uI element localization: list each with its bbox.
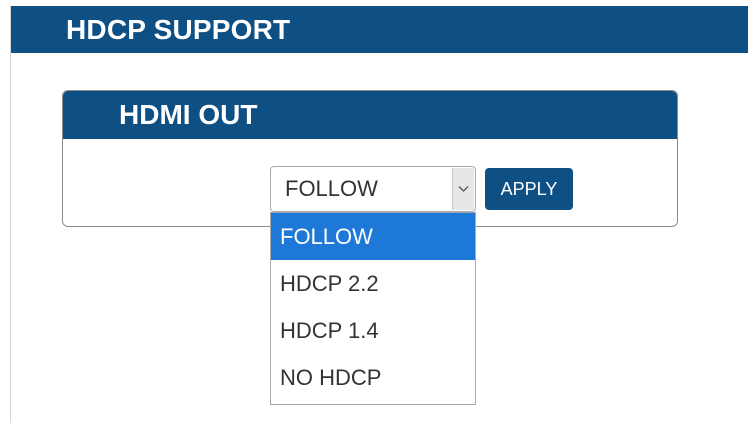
select-current-value: FOLLOW — [285, 176, 378, 201]
chevron-down-icon — [458, 186, 469, 192]
option-no-hdcp[interactable]: NO HDCP — [271, 354, 475, 401]
apply-button[interactable]: APPLY — [485, 168, 573, 210]
hdcp-mode-dropdown: FOLLOW HDCP 2.2 HDCP 1.4 NO HDCP — [270, 212, 476, 405]
option-hdcp-1-4[interactable]: HDCP 1.4 — [271, 307, 475, 354]
card-title: HDMI OUT — [63, 91, 677, 139]
select-arrow-box[interactable] — [452, 168, 474, 210]
option-follow[interactable]: FOLLOW — [271, 213, 475, 260]
hdcp-mode-select[interactable]: FOLLOW — [270, 166, 476, 212]
section-title: HDCP SUPPORT — [11, 6, 748, 53]
option-hdcp-2-2[interactable]: HDCP 2.2 — [271, 260, 475, 307]
